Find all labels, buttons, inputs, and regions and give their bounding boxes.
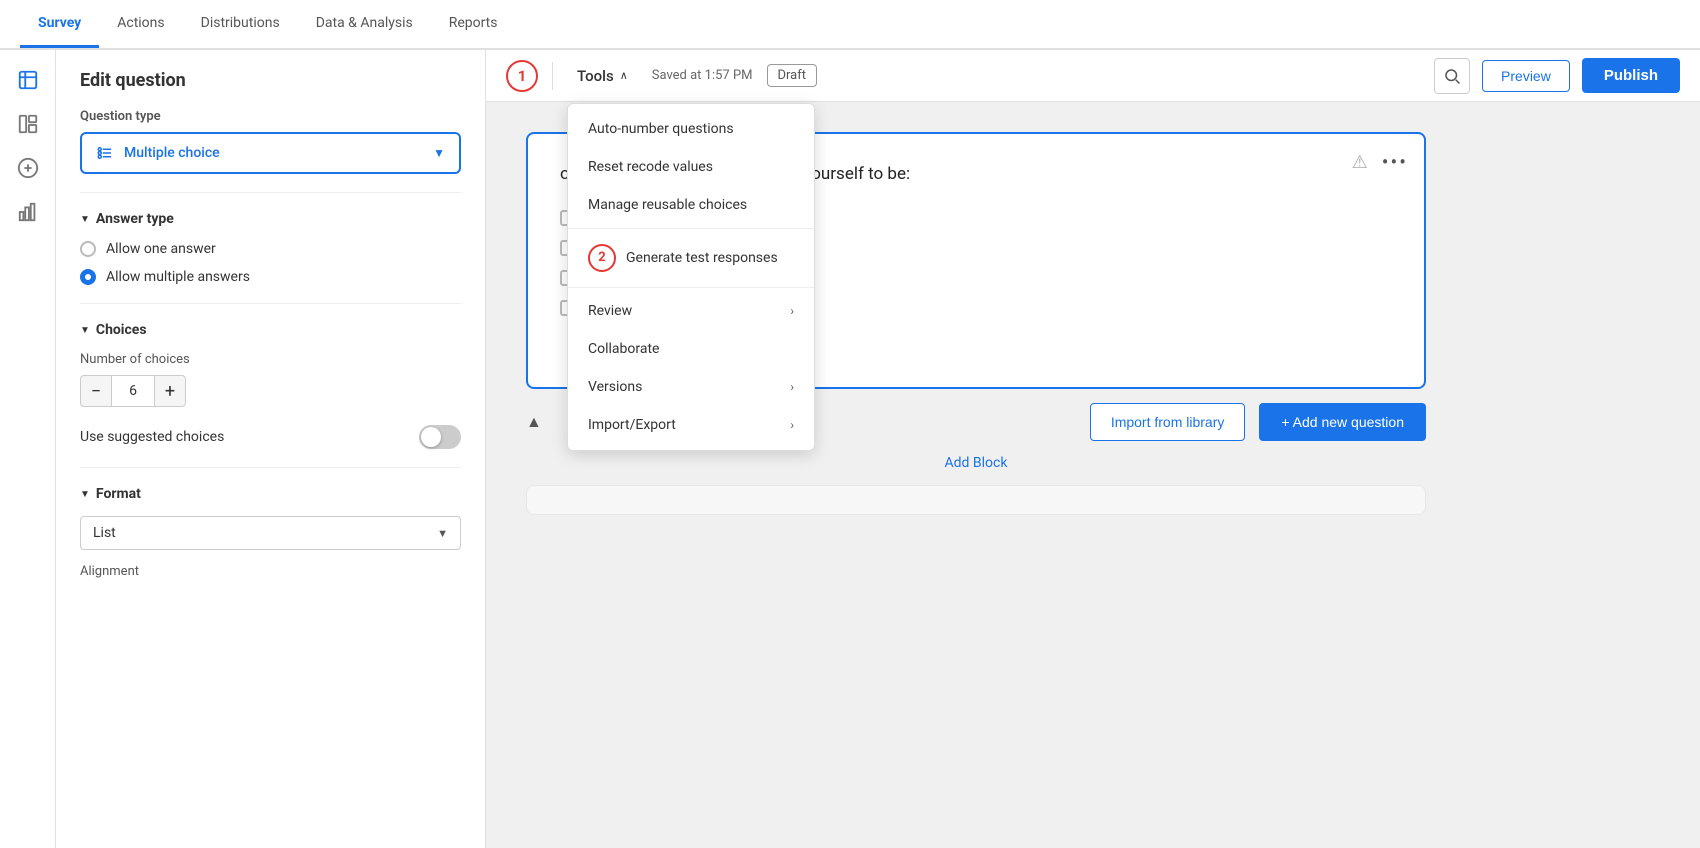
- menu-item-review[interactable]: Review ›: [568, 292, 814, 330]
- preview-button[interactable]: Preview: [1482, 60, 1570, 92]
- format-chevron-icon: ▼: [437, 527, 448, 540]
- sidebar-icon-results[interactable]: [10, 194, 46, 230]
- number-of-choices-stepper: − 6 +: [80, 375, 461, 407]
- menu-divider-1: [568, 228, 814, 229]
- import-export-arrow-icon: ›: [790, 418, 794, 432]
- choices-label: Choices: [96, 322, 147, 338]
- tab-reports[interactable]: Reports: [431, 1, 516, 48]
- menu-item-auto-number[interactable]: Auto-number questions: [568, 110, 814, 148]
- alignment-label: Alignment: [80, 564, 461, 579]
- question-type-chevron: ▼: [433, 146, 445, 160]
- draft-badge: Draft: [767, 64, 818, 87]
- stepper-decrease[interactable]: −: [80, 375, 112, 407]
- vertical-divider: [552, 62, 553, 90]
- stepper-increase[interactable]: +: [154, 375, 186, 407]
- radio-group: Allow one answer Allow multiple answers: [80, 241, 461, 285]
- add-new-question-button[interactable]: + Add new question: [1259, 403, 1426, 441]
- menu-item-reset-recode[interactable]: Reset recode values: [568, 148, 814, 186]
- allow-one-answer-option[interactable]: Allow one answer: [80, 241, 461, 257]
- tools-dropdown-container: Tools ∧ Auto-number questions Reset reco…: [567, 61, 638, 91]
- review-arrow-icon: ›: [790, 304, 794, 318]
- menu-divider-2: [568, 287, 814, 288]
- answer-type-arrow: ▼: [80, 214, 90, 225]
- versions-label: Versions: [588, 379, 642, 395]
- format-header[interactable]: ▼ Format: [80, 486, 461, 502]
- allow-multiple-answers-option[interactable]: Allow multiple answers: [80, 269, 461, 285]
- more-options-icon[interactable]: •••: [1382, 150, 1408, 174]
- answer-type-header[interactable]: ▼ Answer type: [80, 211, 461, 227]
- tools-dropdown-menu: Auto-number questions Reset recode value…: [567, 103, 815, 451]
- second-card-hint: [526, 485, 1426, 515]
- versions-arrow-icon: ›: [790, 380, 794, 394]
- allow-one-answer-label: Allow one answer: [106, 241, 216, 257]
- radio-one-answer: [80, 241, 96, 257]
- menu-item-manage-choices[interactable]: Manage reusable choices: [568, 186, 814, 224]
- generate-test-label: Generate test responses: [626, 250, 778, 266]
- tools-label: Tools: [577, 67, 614, 85]
- allow-multiple-answers-label: Allow multiple answers: [106, 269, 250, 285]
- toolbar-right: Preview Publish: [1434, 58, 1680, 94]
- use-suggested-choices-row: Use suggested choices: [80, 425, 461, 449]
- toolbar: 1 Tools ∧ Auto-number questions Reset re…: [486, 50, 1700, 102]
- format-label: Format: [96, 486, 141, 502]
- choices-arrow: ▼: [80, 325, 90, 336]
- stepper-value: 6: [112, 375, 154, 407]
- collapse-arrow[interactable]: ▲: [526, 412, 542, 432]
- menu-item-collaborate[interactable]: Collaborate: [568, 330, 814, 368]
- edit-panel: Edit question Question type Multiple cho…: [56, 50, 486, 848]
- tab-actions[interactable]: Actions: [99, 1, 182, 48]
- bottom-actions-right: Import from library + Add new question: [1090, 403, 1426, 441]
- toggle-switch[interactable]: [419, 425, 461, 449]
- question-card-actions: ⚠ •••: [1352, 150, 1408, 174]
- choices-header[interactable]: ▼ Choices: [80, 322, 461, 338]
- app-layout: Edit question Question type Multiple cho…: [0, 50, 1700, 848]
- import-from-library-button[interactable]: Import from library: [1090, 403, 1246, 441]
- step2-badge: 2: [588, 244, 616, 272]
- publish-button[interactable]: Publish: [1582, 58, 1680, 93]
- choices-section: ▼ Choices Number of choices − 6 + Use su…: [80, 322, 461, 449]
- tools-chevron-icon: ∧: [620, 69, 628, 82]
- search-icon: [1443, 67, 1461, 85]
- step1-badge: 1: [506, 60, 538, 92]
- menu-item-import-export[interactable]: Import/Export ›: [568, 406, 814, 444]
- menu-item-versions[interactable]: Versions ›: [568, 368, 814, 406]
- sidebar-icon-style[interactable]: [10, 150, 46, 186]
- question-type-selector[interactable]: Multiple choice ▼: [80, 132, 461, 174]
- toggle-knob: [421, 427, 441, 447]
- tab-survey[interactable]: Survey: [20, 1, 99, 48]
- import-export-label: Import/Export: [588, 417, 676, 433]
- top-nav-tabs: Survey Actions Distributions Data & Anal…: [20, 1, 516, 48]
- format-arrow: ▼: [80, 489, 90, 500]
- question-type-section: Question type Multiple choice ▼: [80, 109, 461, 174]
- icon-sidebar: [0, 50, 56, 848]
- question-type-value: Multiple choice: [124, 145, 220, 161]
- top-nav: Survey Actions Distributions Data & Anal…: [0, 0, 1700, 50]
- edit-panel-title: Edit question: [80, 70, 461, 91]
- main-content: 1 Tools ∧ Auto-number questions Reset re…: [486, 50, 1700, 848]
- format-value: List: [93, 525, 116, 541]
- answer-type-label: Answer type: [96, 211, 174, 227]
- tab-data-analysis[interactable]: Data & Analysis: [298, 1, 431, 48]
- sidebar-icon-layout[interactable]: [10, 106, 46, 142]
- format-select[interactable]: List ▼: [80, 516, 461, 550]
- review-label: Review: [588, 303, 632, 319]
- menu-item-generate-test[interactable]: 2 Generate test responses: [568, 233, 814, 283]
- use-suggested-choices-label: Use suggested choices: [80, 429, 224, 445]
- tab-distributions[interactable]: Distributions: [183, 1, 298, 48]
- saved-text: Saved at 1:57 PM: [652, 68, 753, 83]
- sidebar-icon-survey[interactable]: [10, 62, 46, 98]
- radio-multiple-answers: [80, 269, 96, 285]
- tools-button[interactable]: Tools ∧: [567, 61, 638, 91]
- format-section: ▼ Format List ▼ Alignment: [80, 486, 461, 579]
- answer-type-section: ▼ Answer type Allow one answer Allow mul…: [80, 211, 461, 285]
- search-button[interactable]: [1434, 58, 1470, 94]
- number-of-choices-label: Number of choices: [80, 352, 461, 367]
- warning-icon: ⚠: [1352, 152, 1368, 173]
- question-type-label: Question type: [80, 109, 461, 124]
